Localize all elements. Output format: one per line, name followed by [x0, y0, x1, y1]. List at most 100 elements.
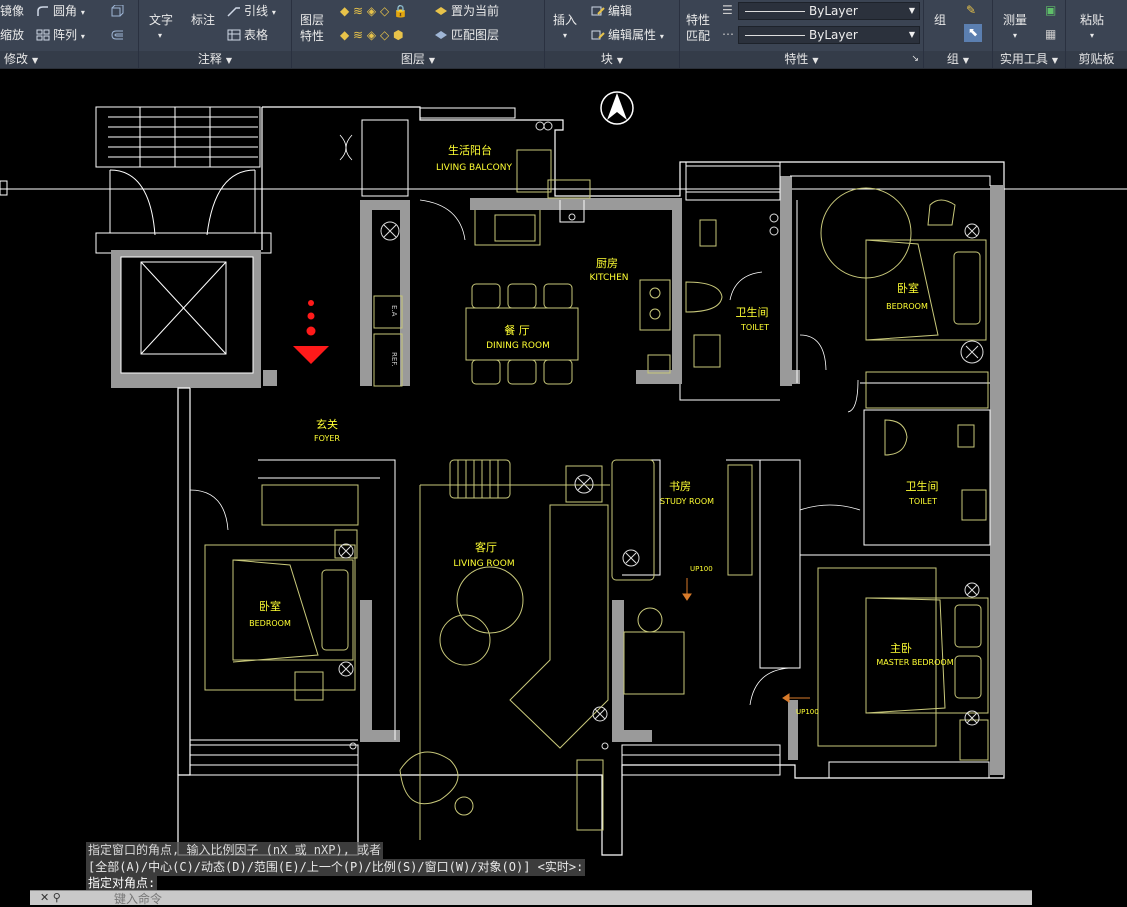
linetype-select[interactable]: ByLayer ▼: [738, 26, 920, 44]
leader-label: 引线: [244, 4, 269, 18]
ea-label: E.A: [390, 305, 398, 317]
layer-props-button[interactable]: 图层特性: [300, 12, 328, 44]
insert-button[interactable]: 插入: [553, 12, 577, 28]
text-label: 文字: [149, 13, 174, 27]
scale-button[interactable]: 缩放: [0, 27, 24, 43]
panel-title-properties[interactable]: 特性 ▼ ↘: [680, 51, 923, 68]
command-input[interactable]: 键入命令: [114, 890, 162, 907]
linetype-icon[interactable]: ⋯: [722, 26, 734, 42]
mirror-label: 镜像: [0, 4, 25, 18]
command-history-line2: [全部(A)/中心(C)/动态(D)/范围(E)/上一个(P)/比例(S)/窗口…: [86, 859, 586, 876]
room-label-cn: 厨房: [596, 257, 618, 270]
room-label-en: DINING ROOM: [486, 341, 550, 351]
lineweight-value: ByLayer: [809, 4, 858, 18]
panel-title-modify[interactable]: 修改 ▼: [0, 51, 138, 68]
array-label: 阵列: [53, 28, 78, 42]
furniture: [204, 149, 989, 840]
fillet-button[interactable]: 圆角 ▾: [36, 3, 85, 21]
group-edit-icon[interactable]: ✎: [966, 2, 976, 18]
dim-button[interactable]: 标注: [191, 12, 215, 28]
edit-attr-label: 编辑属性: [608, 28, 657, 42]
room-label-en: LIVING ROOM: [453, 559, 514, 569]
box-icon: [111, 5, 124, 17]
array-icon: [36, 29, 50, 41]
command-history-line1: 指定窗口的角点, 输入比例因子 (nX 或 nXP), 或者: [86, 842, 384, 859]
panel-title-group[interactable]: 组 ▼: [924, 51, 992, 68]
staircase: [95, 106, 261, 236]
match-layer-icon: [435, 31, 447, 39]
block-edit-button[interactable]: 编辑: [591, 3, 632, 19]
panel-title-clipboard[interactable]: 剪贴板: [1066, 51, 1127, 68]
entry-marker-icon: [293, 300, 329, 364]
layer-tools-row2[interactable]: ◆ ≋ ◈ ◇ ⬢: [340, 27, 403, 43]
panel-utilities: 测量 ▾ ▣ ▦ 实用工具 ▼: [993, 0, 1066, 68]
lineweight-select[interactable]: ByLayer ▼: [738, 2, 920, 20]
floor-plan[interactable]: 生活阳台 LIVING BALCONY 厨房 KITCHEN 卫生间 TOILE…: [0, 69, 1127, 904]
room-label-en: FOYER: [314, 434, 340, 443]
array-button[interactable]: 阵列 ▾: [36, 27, 85, 45]
room-label-en: STUDY ROOM: [660, 497, 714, 506]
step-arrows: [682, 578, 810, 703]
command-input-bar[interactable]: ✕ ⚲ 键入命令: [30, 890, 1032, 907]
clipboard-title: 剪贴板: [1078, 52, 1115, 66]
table-icon: [227, 29, 241, 41]
match-layer-button[interactable]: 匹配图层: [434, 27, 499, 43]
measure-dropdown[interactable]: ▾: [1013, 28, 1017, 44]
set-current-icon: [435, 7, 447, 15]
block-edit-label: 编辑: [608, 4, 633, 18]
room-label-en: TOILET: [740, 323, 769, 332]
text-button[interactable]: 文字: [149, 12, 173, 28]
offset-button[interactable]: [110, 27, 127, 43]
table-button[interactable]: 表格: [227, 27, 268, 43]
match-props-button[interactable]: 特性匹配: [686, 12, 714, 44]
panel-title-utilities[interactable]: 实用工具 ▼: [993, 51, 1065, 68]
annotations: UP100 UP100: [690, 565, 819, 716]
appliance-labels: REF. E.A: [390, 305, 398, 366]
room-label-cn: 主卧: [890, 642, 912, 655]
close-icon[interactable]: ✕ ⚲: [40, 891, 61, 904]
insert-label: 插入: [553, 13, 578, 27]
room-label-cn: 玄关: [316, 417, 338, 431]
fillet-icon: [37, 6, 48, 16]
paste-label: 粘贴: [1080, 13, 1105, 27]
group-button[interactable]: 组: [934, 12, 946, 28]
3d-icon-button[interactable]: [110, 3, 127, 19]
group-title: 组: [946, 52, 959, 66]
insert-dropdown[interactable]: ▾: [563, 28, 567, 44]
modify-title: 修改: [4, 52, 29, 66]
panel-annotation: 文字 ▾ 标注 引线 ▾ 表格 注释 ▼: [139, 0, 292, 68]
text-dropdown[interactable]: ▾: [158, 28, 162, 44]
exterior-walls: [177, 106, 1005, 856]
drawing-canvas[interactable]: 生活阳台 LIVING BALCONY 厨房 KITCHEN 卫生间 TOILE…: [0, 69, 1127, 904]
group-select-icon[interactable]: ⬉: [964, 24, 982, 42]
north-arrow-icon: [600, 91, 634, 125]
calculator-icon[interactable]: ▦: [1045, 26, 1056, 42]
utilities-title: 实用工具: [999, 52, 1048, 66]
paste-button[interactable]: 粘贴: [1080, 12, 1104, 28]
dim-label: 标注: [191, 13, 216, 27]
panel-title-block[interactable]: 块 ▼: [545, 51, 679, 68]
annotation-title: 注释: [197, 52, 222, 66]
set-current-button[interactable]: 置为当前: [434, 3, 499, 19]
panel-clipboard: 粘贴 ▾ 剪贴板: [1066, 0, 1127, 68]
room-label-cn: 卫生间: [736, 305, 769, 319]
elevator: [95, 232, 272, 388]
quick-select-icon[interactable]: ▣: [1045, 2, 1056, 18]
room-label-cn: 卧室: [897, 281, 919, 295]
measure-button[interactable]: 测量: [1003, 12, 1027, 28]
panel-group: 组 ✎ ⬉ 组 ▼: [924, 0, 993, 68]
reference-end: [0, 180, 8, 196]
room-label-en: BEDROOM: [886, 302, 928, 311]
panel-title-annotation[interactable]: 注释 ▼: [139, 51, 291, 68]
edit-attr-button[interactable]: 编辑属性 ▾: [591, 27, 664, 45]
layer-tools-row1[interactable]: ◆ ≋ ◈ ◇ 🔒: [340, 3, 408, 19]
panel-title-layers[interactable]: 图层 ▼: [292, 51, 544, 68]
room-label-cn: 客厅: [475, 540, 497, 554]
mirror-button[interactable]: 镜像: [0, 3, 24, 19]
edit-attr-icon: [591, 30, 605, 40]
set-current-label: 置为当前: [451, 4, 500, 18]
paste-dropdown[interactable]: ▾: [1090, 28, 1094, 44]
leader-button[interactable]: 引线 ▾: [227, 3, 276, 21]
lineweight-icon[interactable]: ☰: [722, 2, 733, 18]
fixture-circles: [338, 121, 984, 750]
